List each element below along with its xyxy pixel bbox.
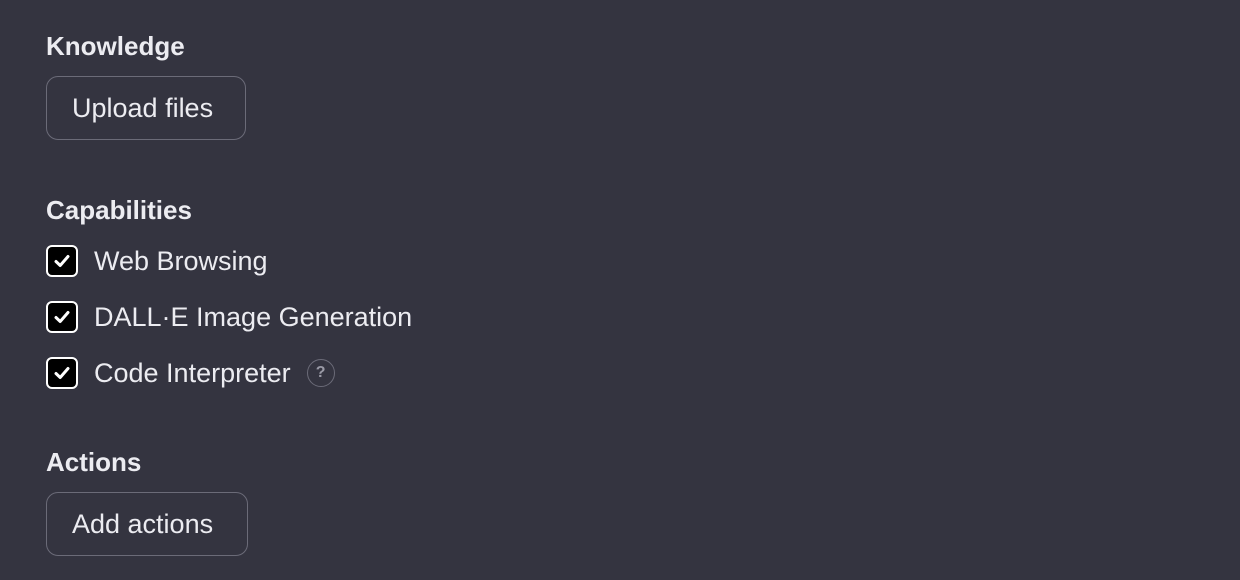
capabilities-heading: Capabilities <box>46 195 192 225</box>
web-browsing-label: Web Browsing <box>94 245 268 276</box>
dalle-checkbox[interactable] <box>46 301 78 333</box>
dalle-label: DALL·E Image Generation <box>94 301 413 332</box>
capability-dalle: DALL·E Image Generation <box>46 301 412 333</box>
checkmark-icon <box>54 255 70 267</box>
knowledge-heading: Knowledge <box>46 31 185 61</box>
checkmark-icon <box>54 311 70 323</box>
actions-heading: Actions <box>46 447 142 477</box>
upload-files-button[interactable]: Upload files <box>46 76 246 140</box>
checkmark-icon <box>54 367 70 379</box>
capability-code-interpreter: Code Interpreter ? <box>46 357 335 389</box>
web-browsing-checkbox[interactable] <box>46 245 78 277</box>
question-circle-icon[interactable]: ? <box>306 359 335 387</box>
add-actions-button[interactable]: Add actions <box>46 492 248 556</box>
code-interpreter-label: Code Interpreter <box>94 357 291 388</box>
code-interpreter-checkbox[interactable] <box>46 357 78 389</box>
capability-web-browsing: Web Browsing <box>46 245 268 277</box>
